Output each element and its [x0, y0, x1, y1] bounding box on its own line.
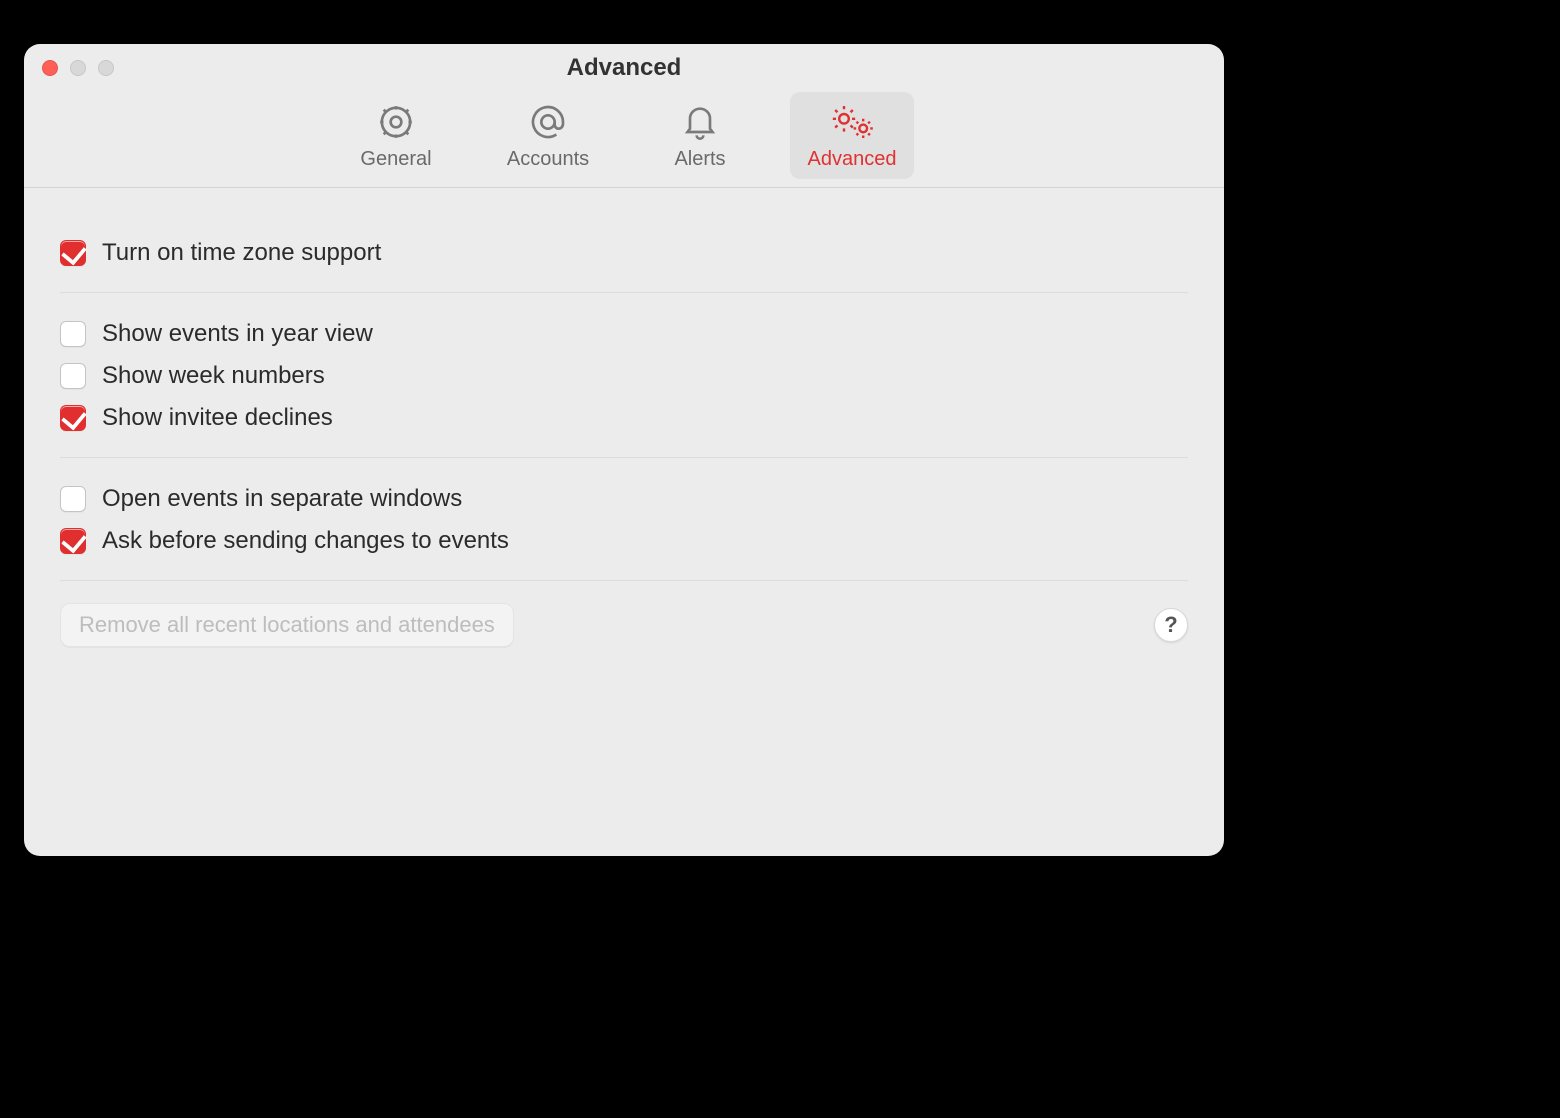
- tab-accounts[interactable]: Accounts: [486, 92, 610, 179]
- preferences-body: Turn on time zone support Show events in…: [24, 188, 1224, 856]
- checkbox-week-numbers[interactable]: [60, 363, 86, 389]
- tab-general[interactable]: General: [334, 92, 458, 179]
- close-window-button[interactable]: [42, 60, 58, 76]
- section-timezone: Turn on time zone support: [60, 212, 1188, 292]
- gears-icon: [796, 102, 908, 142]
- tab-label: Alerts: [674, 148, 725, 170]
- window-title: Advanced: [24, 54, 1224, 82]
- option-timezone[interactable]: Turn on time zone support: [60, 232, 1188, 274]
- tab-alerts[interactable]: Alerts: [638, 92, 762, 179]
- option-separate-windows[interactable]: Open events in separate windows: [60, 478, 1188, 520]
- tab-advanced[interactable]: Advanced: [790, 92, 914, 179]
- zoom-window-button[interactable]: [98, 60, 114, 76]
- titlebar: Advanced: [24, 44, 1224, 92]
- section-show: Show events in year view Show week numbe…: [60, 292, 1188, 457]
- checkbox-label: Show invitee declines: [102, 404, 333, 432]
- checkbox-label: Turn on time zone support: [102, 239, 381, 267]
- checkbox-ask-before-send[interactable]: [60, 528, 86, 554]
- preferences-window: Advanced General Accounts: [24, 44, 1224, 856]
- option-year-view[interactable]: Show events in year view: [60, 313, 1188, 355]
- preferences-toolbar: General Accounts Alerts: [24, 92, 1224, 188]
- gear-icon: [340, 102, 452, 142]
- checkbox-label: Ask before sending changes to events: [102, 527, 509, 555]
- window-controls: [42, 60, 114, 76]
- help-button[interactable]: ?: [1154, 608, 1188, 642]
- bell-icon: [644, 102, 756, 142]
- minimize-window-button[interactable]: [70, 60, 86, 76]
- checkbox-separate-windows[interactable]: [60, 486, 86, 512]
- option-invitee-declines[interactable]: Show invitee declines: [60, 397, 1188, 439]
- checkbox-year-view[interactable]: [60, 321, 86, 347]
- option-week-numbers[interactable]: Show week numbers: [60, 355, 1188, 397]
- checkbox-label: Open events in separate windows: [102, 485, 462, 513]
- tab-label: Accounts: [507, 148, 589, 170]
- tab-label: Advanced: [808, 148, 897, 170]
- section-events: Open events in separate windows Ask befo…: [60, 457, 1188, 580]
- remove-recents-button[interactable]: Remove all recent locations and attendee…: [60, 603, 514, 647]
- at-sign-icon: [492, 102, 604, 142]
- checkbox-label: Show events in year view: [102, 320, 373, 348]
- tab-label: General: [360, 148, 431, 170]
- checkbox-invitee-declines[interactable]: [60, 405, 86, 431]
- checkbox-timezone[interactable]: [60, 240, 86, 266]
- option-ask-before-send[interactable]: Ask before sending changes to events: [60, 520, 1188, 562]
- footer: Remove all recent locations and attendee…: [60, 580, 1188, 647]
- checkbox-label: Show week numbers: [102, 362, 325, 390]
